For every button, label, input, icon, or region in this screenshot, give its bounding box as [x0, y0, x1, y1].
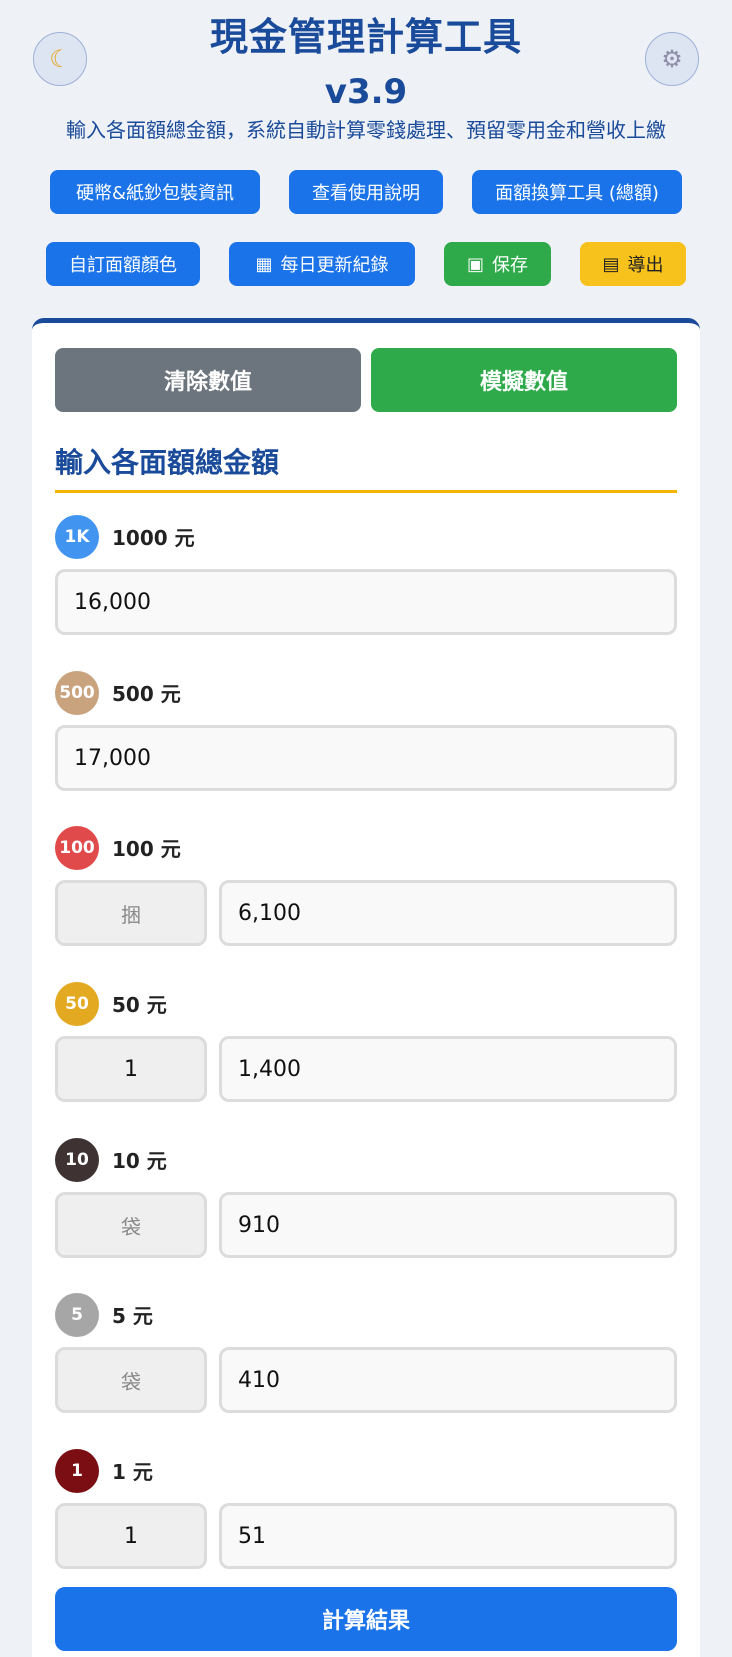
denomination-label: 5 元: [112, 1304, 153, 1328]
denomination-1000: 1K 1000 元 16,000: [55, 515, 677, 671]
packaging-info-button[interactable]: 硬幣&紙鈔包裝資訊: [50, 170, 260, 214]
document-icon: ▤: [602, 253, 620, 275]
calculate-button[interactable]: 計算結果: [55, 1587, 677, 1651]
denomination-converter-button[interactable]: 面額換算工具 (總額): [472, 170, 682, 214]
floppy-disk-icon: ▣: [466, 253, 484, 275]
bag-count-input-5[interactable]: 袋: [55, 1347, 207, 1413]
simulate-button[interactable]: 模擬數值: [371, 348, 677, 412]
section-divider: [55, 490, 677, 493]
denomination-badge: 100: [55, 826, 99, 870]
denomination-badge: 10: [55, 1138, 99, 1182]
bundle-count-input-100[interactable]: 捆: [55, 880, 207, 946]
amount-input-1[interactable]: 51: [219, 1503, 677, 1569]
custom-color-label: 自訂面額顏色: [69, 255, 177, 276]
help-label: 查看使用說明: [312, 183, 420, 204]
page-title: 現金管理計算工具: [209, 15, 522, 59]
denomination-badge: 500: [55, 671, 99, 715]
denomination-badge: 5: [55, 1293, 99, 1337]
save-button[interactable]: ▣ 保存: [444, 242, 551, 286]
page-subtitle: 輸入各面額總金額，系統自動計算零錢處理、預留零用金和營收上繳: [66, 118, 666, 142]
denomination-label: 1000 元: [112, 526, 195, 550]
amount-input-100[interactable]: 6,100: [219, 880, 677, 946]
simulate-label: 模擬數值: [479, 370, 568, 395]
denomination-50: 50 50 元 1 1,400: [55, 982, 677, 1138]
daily-log-button[interactable]: ▦ 每日更新紀錄: [229, 242, 415, 286]
denomination-1: 1 1 元 1 51: [55, 1449, 677, 1605]
denomination-label: 50 元: [112, 993, 167, 1017]
denomination-converter-label: 面額換算工具 (總額): [495, 183, 659, 204]
denomination-label: 10 元: [112, 1149, 167, 1173]
save-label: 保存: [492, 255, 528, 276]
denomination-badge: 1K: [55, 515, 99, 559]
help-button[interactable]: 查看使用說明: [289, 170, 443, 214]
section-title: 輸入各面額總金額: [55, 446, 280, 479]
amount-input-500[interactable]: 17,000: [55, 725, 677, 791]
input-card: 清除數值 模擬數值 輸入各面額總金額 1K 1000 元 16,000 500 …: [32, 318, 700, 1657]
denomination-label: 500 元: [112, 682, 181, 706]
settings-button[interactable]: ⚙: [645, 32, 699, 86]
daily-log-label: 每日更新紀錄: [280, 255, 389, 276]
bag-count-input-10[interactable]: 袋: [55, 1192, 207, 1258]
amount-input-1000[interactable]: 16,000: [55, 569, 677, 635]
clear-label: 清除數值: [163, 370, 252, 395]
denomination-badge: 50: [55, 982, 99, 1026]
calculate-label: 計算結果: [321, 1609, 410, 1634]
denomination-label: 1 元: [112, 1460, 153, 1484]
header: ☾ 現金管理計算工具 v3.9 輸入各面額總金額，系統自動計算零錢處理、預留零用…: [0, 0, 732, 300]
amount-input-10[interactable]: 910: [219, 1192, 677, 1258]
packaging-info-label: 硬幣&紙鈔包裝資訊: [75, 183, 235, 204]
custom-color-button[interactable]: 自訂面額顏色: [46, 242, 200, 286]
bag-count-input-1[interactable]: 1: [55, 1503, 207, 1569]
denomination-label: 100 元: [112, 837, 181, 861]
denomination-500: 500 500 元 17,000: [55, 671, 677, 827]
version-label: v3.9: [324, 72, 408, 112]
amount-input-50[interactable]: 1,400: [219, 1036, 677, 1102]
denomination-100: 100 100 元 捆 6,100: [55, 826, 677, 982]
calendar-icon: ▦: [255, 253, 273, 275]
denomination-5: 5 5 元 袋 410: [55, 1293, 677, 1449]
gear-icon: ⚙: [661, 45, 683, 73]
bag-count-input-50[interactable]: 1: [55, 1036, 207, 1102]
denomination-badge: 1: [55, 1449, 99, 1493]
amount-input-5[interactable]: 410: [219, 1347, 677, 1413]
export-button[interactable]: ▤ 導出: [580, 242, 686, 286]
clear-button[interactable]: 清除數值: [55, 348, 361, 412]
export-label: 導出: [627, 255, 664, 276]
denomination-10: 10 10 元 袋 910: [55, 1138, 677, 1294]
